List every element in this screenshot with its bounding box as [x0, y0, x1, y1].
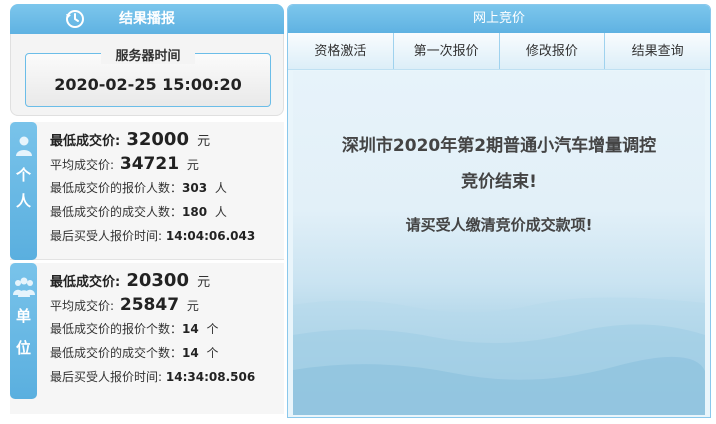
auction-message-line-3: 请买受人缴清竞价成交款项!	[405, 216, 593, 234]
person-tab-char-1: 个	[15, 166, 31, 184]
refresh-clock-icon	[66, 10, 84, 28]
person-last-time-label: 最后买受人报价时间:	[50, 229, 163, 243]
results-panel: 结果播报 服务器时间 2020-02-25 15:00:20 个 人 最低成交价…	[10, 4, 284, 418]
unit-tab-char-1: 单	[15, 307, 31, 325]
unit-deals-value: 14	[182, 346, 199, 360]
unit-lowest-label: 最低成交价:	[50, 275, 121, 290]
bidding-tabs: 资格激活 第一次报价 修改报价 结果查询	[288, 33, 710, 70]
person-bidders-value: 303	[182, 181, 208, 195]
unit-last-time-label: 最后买受人报价时间:	[50, 370, 163, 384]
person-deals-unit: 人	[214, 205, 227, 219]
person-lowest-row: 最低成交价: 32000 元	[50, 128, 255, 152]
auction-message-line-2: 竞价结束!	[461, 172, 537, 192]
unit-deals-label: 最低成交价的成交个数：	[50, 346, 183, 360]
person-avg-currency: 元	[186, 158, 199, 172]
unit-avg-row: 平均成交价: 25847 元	[50, 293, 255, 317]
server-time-box: 服务器时间 2020-02-25 15:00:20	[10, 34, 284, 116]
unit-avg-value: 25847	[119, 295, 180, 315]
person-lowest-label: 最低成交价:	[50, 134, 121, 149]
tab-qualification-activation[interactable]: 资格激活	[288, 33, 394, 69]
unit-info: 最低成交价: 20300 元 平均成交价: 25847 元 最低成交价的报价个数…	[50, 269, 255, 389]
server-time-value: 2020-02-25 15:00:20	[54, 75, 242, 94]
group-icon	[12, 277, 35, 297]
person-tab-char-2: 人	[15, 192, 31, 210]
unit-lowest-value: 20300	[126, 270, 189, 291]
unit-results: 单 位 最低成交价: 20300 元 平均成交价: 25847 元 最低成交价的…	[10, 263, 284, 414]
sea-background	[293, 297, 705, 415]
person-bidders-row: 最低成交价的报价人数：303 人	[50, 176, 255, 200]
unit-bidders-label: 最低成交价的报价个数：	[50, 322, 183, 336]
person-deals-row: 最低成交价的成交人数：180 人	[50, 200, 255, 224]
person-icon	[15, 136, 32, 156]
person-deals-value: 180	[182, 205, 208, 219]
unit-tab[interactable]: 单 位	[10, 263, 37, 399]
person-deals-label: 最低成交价的成交人数：	[50, 205, 183, 219]
person-last-time-value: 14:04:06.043	[165, 229, 256, 243]
unit-deals-unit: 个	[206, 346, 219, 360]
person-bidders-unit: 人	[214, 181, 227, 195]
person-avg-row: 平均成交价: 34721 元	[50, 152, 255, 176]
unit-lowest-currency: 元	[197, 275, 211, 290]
unit-tab-char-2: 位	[15, 339, 31, 357]
person-tab[interactable]: 个 人	[10, 122, 37, 260]
person-lowest-currency: 元	[197, 134, 211, 149]
unit-avg-label: 平均成交价:	[50, 299, 115, 313]
person-results: 个 人 最低成交价: 32000 元 平均成交价: 34721 元 最低成交价的…	[10, 122, 284, 260]
bidding-header: 网上竞价	[288, 5, 710, 33]
unit-avg-currency: 元	[186, 299, 199, 313]
person-avg-value: 34721	[119, 154, 180, 174]
results-header-title: 结果播报	[119, 11, 175, 27]
unit-deals-row: 最低成交价的成交个数：14 个	[50, 341, 255, 365]
server-time-frame: 服务器时间 2020-02-25 15:00:20	[25, 49, 271, 107]
unit-last-time-value: 14:34:08.506	[165, 370, 256, 384]
results-header: 结果播报	[10, 4, 284, 34]
auction-message-line-1: 深圳市2020年第2期普通小汽车增量调控	[341, 136, 657, 156]
server-time-label: 服务器时间	[101, 49, 195, 64]
unit-last-time-row: 最后买受人报价时间: 14:34:08.506	[50, 365, 255, 389]
unit-bidders-value: 14	[182, 322, 199, 336]
unit-bidders-row: 最低成交价的报价个数：14 个	[50, 317, 255, 341]
tab-result-query[interactable]: 结果查询	[605, 33, 710, 69]
person-last-time-row: 最后买受人报价时间: 14:04:06.043	[50, 224, 255, 248]
unit-lowest-row: 最低成交价: 20300 元	[50, 269, 255, 293]
tab-modify-bid[interactable]: 修改报价	[500, 33, 606, 69]
tab-first-bid[interactable]: 第一次报价	[394, 33, 500, 69]
unit-bidders-unit: 个	[206, 322, 219, 336]
person-lowest-value: 32000	[126, 129, 189, 150]
bidding-panel: 网上竞价 资格激活 第一次报价 修改报价 结果查询 深圳市2020年第2期普通小…	[287, 4, 711, 418]
person-avg-label: 平均成交价:	[50, 158, 115, 172]
person-bidders-label: 最低成交价的报价人数：	[50, 181, 183, 195]
bidding-content: 深圳市2020年第2期普通小汽车增量调控 竞价结束! 请买受人缴清竞价成交款项!	[293, 71, 705, 415]
person-info: 最低成交价: 32000 元 平均成交价: 34721 元 最低成交价的报价人数…	[50, 128, 255, 248]
